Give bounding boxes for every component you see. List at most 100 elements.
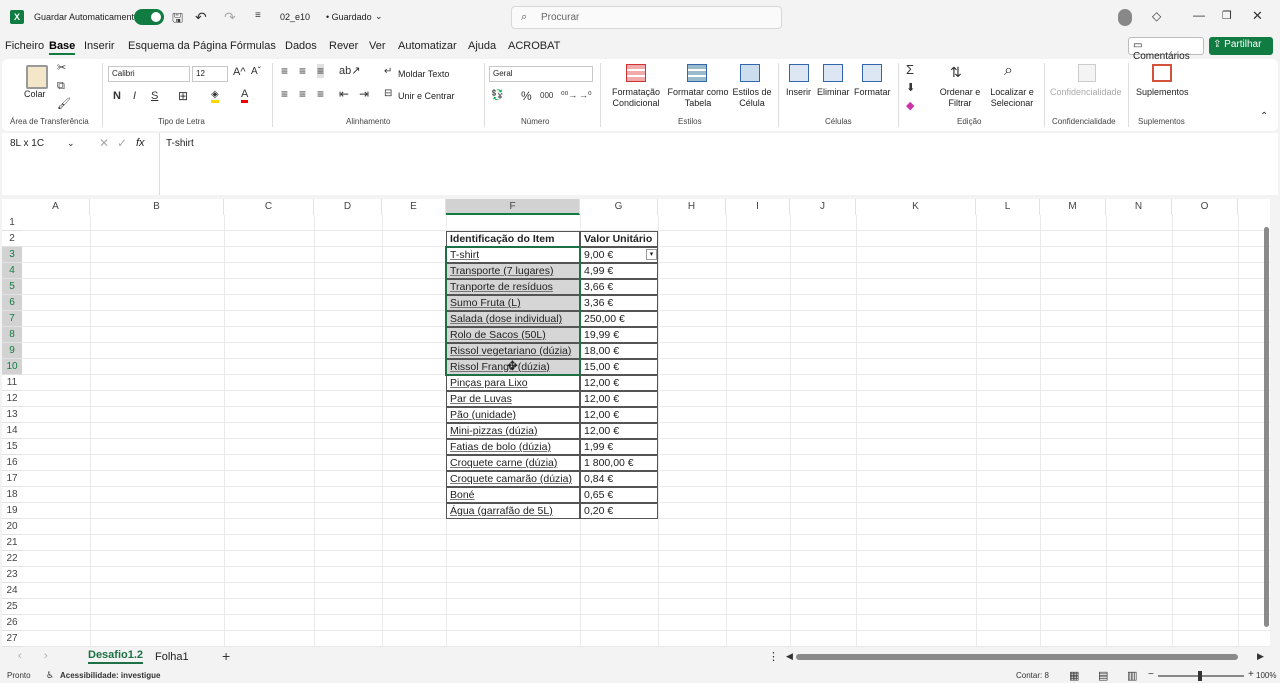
insert-function-icon[interactable]: fx bbox=[136, 137, 145, 149]
menu-acrobat[interactable]: ACROBAT bbox=[508, 40, 560, 52]
column-header-m[interactable]: M bbox=[1040, 199, 1106, 215]
item-value-cell[interactable]: 250,00 € bbox=[580, 311, 658, 327]
row-header-22[interactable]: 22 bbox=[2, 551, 22, 567]
confidentiality-button[interactable]: Confidencialidade bbox=[1050, 87, 1122, 98]
row-header-10[interactable]: 10 bbox=[2, 359, 22, 375]
column-header-j[interactable]: J bbox=[790, 199, 856, 215]
undo-icon[interactable]: ↶ bbox=[195, 9, 207, 26]
menu-formulas[interactable]: Fórmulas bbox=[230, 40, 276, 52]
save-icon[interactable]: 🖫 bbox=[172, 9, 183, 31]
column-header-k[interactable]: K bbox=[856, 199, 976, 215]
row-header-15[interactable]: 15 bbox=[2, 439, 22, 455]
column-header-d[interactable]: D bbox=[314, 199, 382, 215]
column-header-e[interactable]: E bbox=[382, 199, 446, 215]
scroll-left-icon[interactable]: ◀ bbox=[786, 651, 793, 662]
collapse-ribbon-icon[interactable]: ⌃ bbox=[1260, 111, 1268, 122]
item-name-cell[interactable]: Rolo de Sacos (50L) bbox=[446, 327, 580, 343]
table-header-item[interactable]: Identificação do Item bbox=[446, 231, 580, 247]
zoom-in-icon[interactable]: + bbox=[1248, 669, 1254, 680]
item-name-cell[interactable]: Sumo Fruta (L) bbox=[446, 295, 580, 311]
item-value-cell[interactable]: 12,00 € bbox=[580, 407, 658, 423]
item-value-cell[interactable]: 12,00 € bbox=[580, 423, 658, 439]
cell-styles-button[interactable]: Estilos de Célula bbox=[730, 87, 774, 109]
borders-icon[interactable]: ⊞ bbox=[178, 89, 188, 103]
number-format-select[interactable]: Geral bbox=[489, 66, 593, 82]
scroll-right-icon[interactable]: ▶ bbox=[1257, 651, 1264, 662]
item-value-cell[interactable]: 0,65 € bbox=[580, 487, 658, 503]
row-header-8[interactable]: 8 bbox=[2, 327, 22, 343]
menu-ficheiro[interactable]: Ficheiro bbox=[5, 40, 44, 52]
format-painter-icon[interactable]: 🖌 bbox=[57, 97, 71, 110]
increase-font-icon[interactable]: A^ bbox=[233, 66, 246, 78]
vertical-scrollbar[interactable] bbox=[1264, 227, 1269, 627]
share-button[interactable]: ⇪ Partilhar bbox=[1209, 37, 1273, 55]
column-header-n[interactable]: N bbox=[1106, 199, 1172, 215]
column-header-f[interactable]: F bbox=[446, 199, 580, 215]
underline-button[interactable]: S bbox=[151, 90, 158, 102]
customize-toolbar-icon[interactable]: ≡ bbox=[255, 10, 261, 21]
item-name-cell[interactable]: Água (garrafão de 5L) bbox=[446, 503, 580, 519]
validation-dropdown-icon[interactable]: ▾ bbox=[646, 249, 657, 260]
row-header-20[interactable]: 20 bbox=[2, 519, 22, 535]
bold-button[interactable]: N bbox=[113, 90, 121, 102]
page-layout-icon[interactable]: ▤ bbox=[1098, 669, 1108, 682]
autosave-toggle[interactable] bbox=[134, 9, 164, 25]
item-value-cell[interactable]: 3,36 € bbox=[580, 295, 658, 311]
row-header-26[interactable]: 26 bbox=[2, 615, 22, 631]
menu-ver[interactable]: Ver bbox=[369, 40, 386, 52]
increase-decimal-icon[interactable]: ⁰⁰→ bbox=[561, 90, 577, 101]
comments-button[interactable]: ▭ Comentários bbox=[1128, 37, 1204, 62]
menu-automatizar[interactable]: Automatizar bbox=[398, 40, 457, 52]
row-header-4[interactable]: 4 bbox=[2, 263, 22, 279]
fill-icon[interactable]: ⬇ bbox=[906, 81, 915, 94]
clear-icon[interactable]: ◆ bbox=[906, 99, 914, 112]
item-value-cell[interactable]: 12,00 € bbox=[580, 375, 658, 391]
item-name-cell[interactable]: Tranporte de resíduos bbox=[446, 279, 580, 295]
item-value-cell[interactable]: 18,00 € bbox=[580, 343, 658, 359]
paste-icon[interactable] bbox=[26, 65, 48, 89]
thousands-icon[interactable]: 000 bbox=[540, 91, 553, 100]
cancel-icon[interactable]: ✕ bbox=[99, 136, 109, 150]
item-name-cell[interactable]: Croquete camarão (dúzia) bbox=[446, 471, 580, 487]
worksheet-grid[interactable]: A B C D E F G H I J K L M N O 1 2 3 4 5 6 7 8 9 10 11 12 13 14 15 16 17… bbox=[2, 199, 1270, 647]
next-sheet-icon[interactable]: › bbox=[44, 650, 48, 662]
menu-dados[interactable]: Dados bbox=[285, 40, 317, 52]
row-header-6[interactable]: 6 bbox=[2, 295, 22, 311]
align-left-icon[interactable]: ≡ bbox=[281, 87, 288, 101]
percent-icon[interactable]: % bbox=[521, 89, 532, 103]
row-header-14[interactable]: 14 bbox=[2, 423, 22, 439]
chevron-down-icon[interactable]: ⌄ bbox=[67, 138, 75, 149]
restore-icon[interactable]: ❐ bbox=[1222, 9, 1232, 22]
zoom-slider[interactable] bbox=[1158, 671, 1244, 681]
item-name-cell[interactable]: Fatias de bolo (dúzia) bbox=[446, 439, 580, 455]
row-header-27[interactable]: 27 bbox=[2, 631, 22, 647]
row-header-2[interactable]: 2 bbox=[2, 231, 22, 247]
save-status[interactable]: • Guardado bbox=[326, 12, 372, 22]
zoom-out-icon[interactable]: − bbox=[1148, 669, 1154, 680]
item-value-cell[interactable]: 0,20 € bbox=[580, 503, 658, 519]
normal-view-icon[interactable]: ▦ bbox=[1069, 669, 1079, 682]
increase-indent-icon[interactable]: ⇥ bbox=[359, 87, 369, 101]
row-header-11[interactable]: 11 bbox=[2, 375, 22, 391]
addins-icon[interactable] bbox=[1152, 64, 1172, 82]
find-select-icon[interactable]: ⌕ bbox=[1004, 62, 1013, 80]
font-size-select[interactable]: 12 bbox=[192, 66, 228, 82]
italic-button[interactable]: I bbox=[133, 90, 136, 102]
align-center-icon[interactable]: ≡ bbox=[299, 87, 306, 101]
paste-label[interactable]: Colar bbox=[24, 89, 46, 100]
delete-cells-button[interactable]: Eliminar bbox=[817, 87, 850, 98]
avatar[interactable] bbox=[1118, 9, 1132, 26]
row-header-25[interactable]: 25 bbox=[2, 599, 22, 615]
merge-center-button[interactable]: Unir e Centrar bbox=[398, 91, 455, 102]
row-header-3[interactable]: 3 bbox=[2, 247, 22, 263]
enter-icon[interactable]: ✓ bbox=[117, 136, 127, 150]
column-header-l[interactable]: L bbox=[976, 199, 1040, 215]
copy-icon[interactable]: ⧉ bbox=[57, 80, 65, 93]
item-name-cell[interactable]: Mini-pizzas (dúzia) bbox=[446, 423, 580, 439]
sort-filter-button[interactable]: Ordenar e Filtrar bbox=[936, 87, 984, 109]
row-header-1[interactable]: 1 bbox=[2, 215, 22, 231]
font-color-icon[interactable]: A bbox=[241, 88, 249, 103]
format-cells-button[interactable]: Formatar bbox=[854, 87, 891, 98]
sheet-tab-folha1[interactable]: Folha1 bbox=[155, 651, 189, 663]
insert-cells-icon[interactable] bbox=[789, 64, 809, 82]
